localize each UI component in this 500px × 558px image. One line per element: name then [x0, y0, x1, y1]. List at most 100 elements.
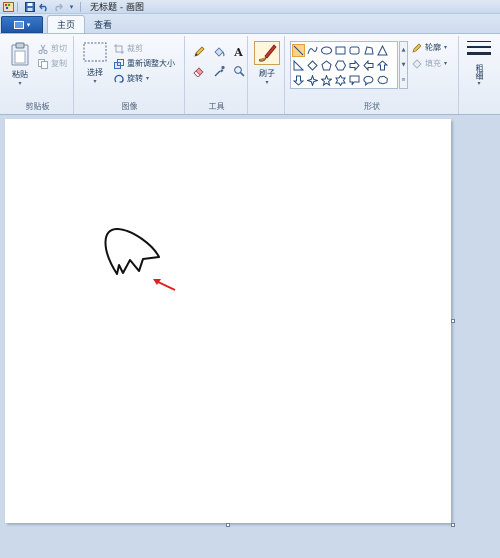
image-group-label: 图像 — [121, 102, 138, 111]
down-arrow-shape-icon[interactable] — [292, 74, 305, 87]
rotate-label: 旋转 — [127, 74, 143, 83]
shapes-gallery-scroll[interactable]: ▲ ▼ ≡ — [399, 41, 408, 89]
left-arrow-shape-icon[interactable] — [362, 59, 375, 72]
crop-label: 裁剪 — [127, 44, 143, 53]
paste-icon — [11, 42, 29, 66]
brushes-button[interactable]: 刷子 ▾ — [252, 41, 282, 86]
resize-handle-bottom[interactable] — [226, 523, 230, 527]
separator — [80, 1, 81, 12]
undo-icon[interactable] — [38, 1, 49, 12]
fill-label: 填充 — [425, 59, 441, 68]
outline-icon — [412, 43, 422, 53]
four-point-star-shape-icon[interactable] — [306, 74, 319, 87]
text-icon[interactable]: A — [230, 44, 247, 60]
line-shape-icon[interactable] — [292, 44, 305, 57]
diamond-shape-icon[interactable] — [306, 59, 319, 72]
chevron-down-icon: ▾ — [477, 80, 481, 87]
tools-group: A 工具 — [186, 36, 248, 114]
shapes-group-label: 形状 — [364, 102, 380, 111]
file-menu-button[interactable]: ▾ — [1, 16, 43, 33]
crop-button[interactable]: 裁剪 — [114, 43, 143, 54]
select-label: 选择 — [87, 68, 103, 77]
shapes-gallery — [290, 41, 398, 89]
expand-gallery-icon[interactable]: ≡ — [401, 77, 405, 83]
resize-handle-corner[interactable] — [451, 523, 455, 527]
separator — [17, 1, 18, 12]
hexagon-shape-icon[interactable] — [334, 59, 347, 72]
copy-button[interactable]: 复制 — [38, 58, 67, 69]
canvas-drawing — [104, 227, 176, 291]
rounded-rectangle-shape-icon[interactable] — [348, 44, 361, 57]
clipboard-group-label: 剪贴板 — [25, 102, 50, 111]
tools-group-label: 工具 — [208, 102, 225, 111]
paste-label: 粘贴 — [12, 70, 28, 79]
size-label: 粗细 — [475, 64, 484, 80]
brushes-group: 刷子 ▾ — [249, 36, 285, 114]
color-picker-icon[interactable] — [210, 63, 227, 79]
ribbon: 粘贴 ▾ 剪切 复制 剪贴板 选择 ▾ 裁剪 重新调整大小 旋转 ▾ 图像 A … — [0, 33, 500, 115]
paste-button[interactable]: 粘贴 ▾ — [7, 42, 33, 87]
curve-shape-icon[interactable] — [306, 44, 319, 57]
polygon-shape-icon[interactable] — [362, 44, 375, 57]
six-point-star-shape-icon[interactable] — [334, 74, 347, 87]
cloud-callout-shape-icon[interactable] — [376, 74, 389, 87]
select-button[interactable]: 选择 ▾ — [81, 42, 109, 85]
tab-view[interactable]: 查看 — [85, 15, 121, 33]
right-triangle-shape-icon[interactable] — [292, 59, 305, 72]
file-menu-icon — [13, 20, 24, 29]
ribbon-tabs: ▾ 主页 查看 — [0, 14, 500, 33]
size-button[interactable]: 粗细 ▾ — [463, 40, 495, 87]
tools-grid: A — [190, 44, 247, 79]
fill-bucket-icon[interactable] — [210, 44, 227, 60]
red-arrow-annotation — [153, 279, 176, 291]
chevron-down-icon: ▾ — [26, 20, 31, 29]
copy-icon — [38, 58, 48, 69]
fill-icon — [412, 58, 422, 69]
chevron-down-icon: ▾ — [444, 60, 448, 67]
shapes-group: ▲ ▼ ≡ 轮廓 ▾ 填充 ▾ 形状 — [286, 36, 459, 114]
resize-button[interactable]: 重新调整大小 — [114, 58, 175, 69]
pentagon-shape-icon[interactable] — [320, 59, 333, 72]
scissors-icon — [38, 44, 48, 54]
chevron-down-icon: ▾ — [444, 44, 448, 51]
magnifier-icon[interactable] — [230, 63, 247, 79]
save-icon[interactable] — [24, 1, 35, 12]
oval-shape-icon[interactable] — [320, 44, 333, 57]
redo-icon[interactable] — [52, 1, 63, 12]
cut-button[interactable]: 剪切 — [38, 43, 67, 54]
brush-icon — [254, 41, 280, 65]
oval-callout-shape-icon[interactable] — [362, 74, 375, 87]
resize-handle-right[interactable] — [451, 319, 455, 323]
rect-callout-shape-icon[interactable] — [348, 74, 361, 87]
outline-label: 轮廓 — [425, 43, 441, 52]
title-bar: ▾ 无标题 - 画图 — [0, 0, 500, 14]
drawn-curve-shape — [104, 227, 160, 275]
rotate-button[interactable]: 旋转 ▾ — [114, 73, 149, 84]
rotate-icon — [114, 74, 124, 84]
up-arrow-shape-icon[interactable] — [376, 59, 389, 72]
image-group: 选择 ▾ 裁剪 重新调整大小 旋转 ▾ 图像 — [75, 36, 185, 114]
right-arrow-shape-icon[interactable] — [348, 59, 361, 72]
fill-button[interactable]: 填充 ▾ — [412, 58, 447, 69]
chevron-down-icon: ▾ — [146, 75, 150, 82]
drawing-canvas[interactable] — [5, 119, 455, 527]
resize-icon — [114, 58, 124, 69]
customize-dropdown-icon[interactable]: ▾ — [66, 1, 77, 12]
eraser-icon[interactable] — [190, 63, 207, 79]
triangle-shape-icon[interactable] — [376, 44, 389, 57]
tab-home[interactable]: 主页 — [47, 15, 86, 33]
five-point-star-shape-icon[interactable] — [320, 74, 333, 87]
pencil-icon[interactable] — [190, 44, 207, 60]
rectangle-shape-icon[interactable] — [334, 44, 347, 57]
resize-label: 重新调整大小 — [127, 59, 175, 68]
clipboard-group: 粘贴 ▾ 剪切 复制 剪贴板 — [2, 36, 74, 114]
line-weight-icon — [467, 40, 491, 60]
cut-label: 剪切 — [51, 44, 67, 53]
brushes-label: 刷子 — [259, 69, 275, 78]
workspace — [0, 115, 500, 558]
outline-button[interactable]: 轮廓 ▾ — [412, 42, 447, 53]
app-icon[interactable] — [3, 1, 14, 12]
scroll-down-icon[interactable]: ▼ — [402, 62, 406, 68]
chevron-down-icon: ▾ — [265, 79, 269, 86]
scroll-up-icon[interactable]: ▲ — [402, 47, 406, 53]
